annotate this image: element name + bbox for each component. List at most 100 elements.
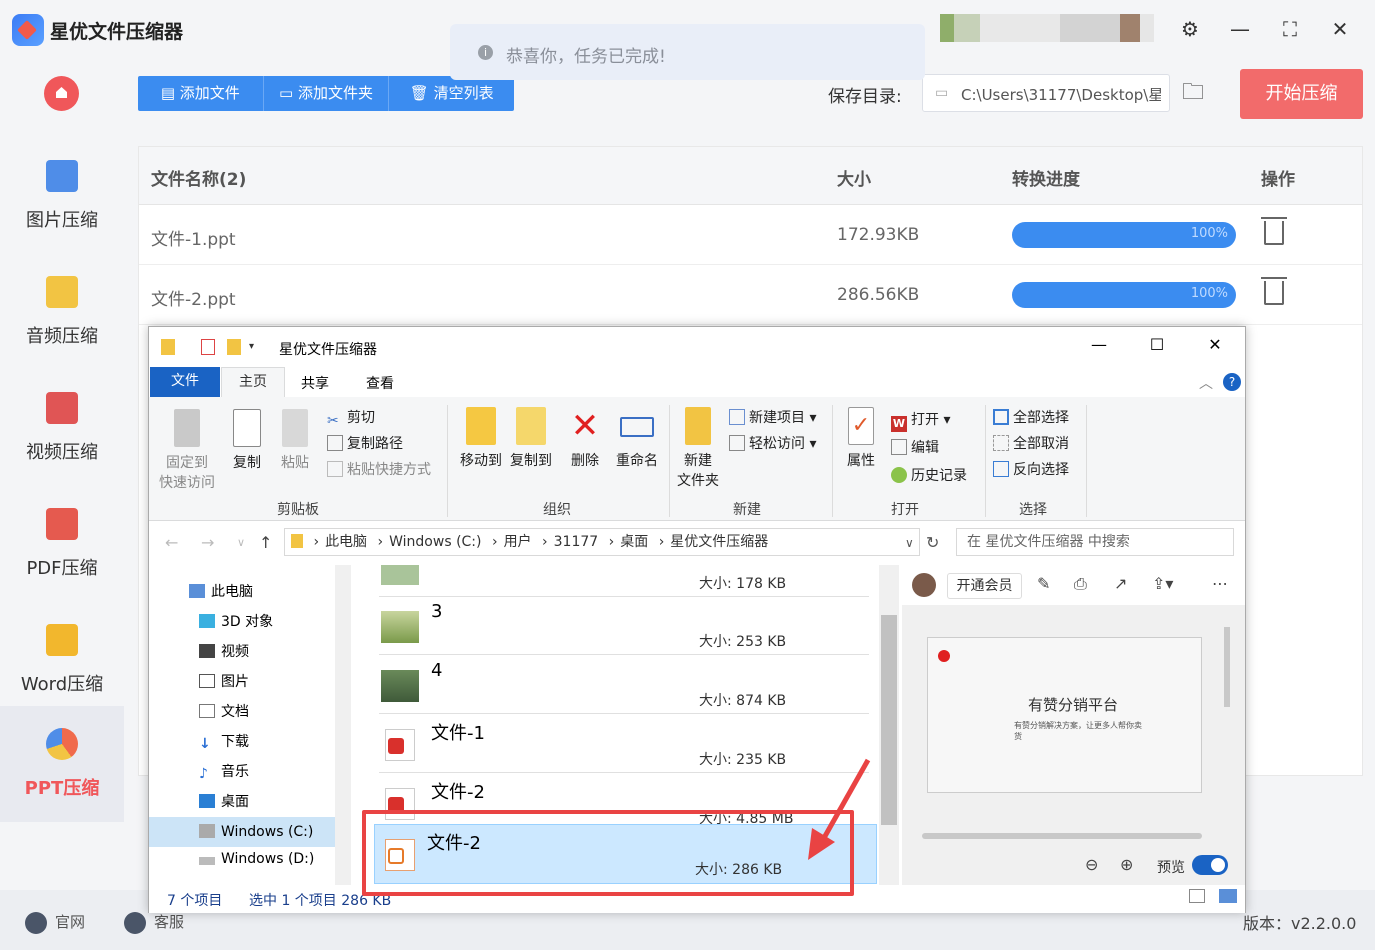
sidebar-item-pdf[interactable]: PDF压缩 xyxy=(0,486,124,602)
invert-selection-button[interactable]: 反向选择 xyxy=(993,459,1069,479)
tree-item-music[interactable]: ♪ 音乐 xyxy=(199,761,249,782)
pin-quick-access-button[interactable]: 固定到 快速访问 xyxy=(157,409,217,493)
clear-list-button[interactable]: 🗑 清空列表 xyxy=(389,76,514,111)
preview-hscrollbar[interactable] xyxy=(922,833,1202,839)
maximize-icon[interactable]: ⛶ xyxy=(1275,14,1305,44)
properties-qa-icon[interactable] xyxy=(201,339,215,355)
open-folder-icon[interactable]: 🗀 xyxy=(1182,80,1210,106)
list-item[interactable]: 3 大小: 253 KB xyxy=(379,597,869,655)
website-link[interactable]: 官网 xyxy=(25,911,85,934)
service-link[interactable]: 客服 xyxy=(124,911,184,934)
breadcrumb[interactable]: 31177 xyxy=(554,534,599,550)
copy-button[interactable]: 复制 xyxy=(227,409,267,473)
settings-icon[interactable]: ⚙ xyxy=(1175,14,1205,44)
tree-item-documents[interactable]: 文档 xyxy=(199,701,249,721)
details-view-icon[interactable] xyxy=(1189,889,1205,903)
tree-item-desktop[interactable]: 桌面 xyxy=(199,791,249,811)
chevron-down-icon[interactable]: ▾ xyxy=(249,339,263,355)
share-icon[interactable]: ↗ xyxy=(1114,574,1127,593)
minimize-icon[interactable]: — xyxy=(1225,14,1255,44)
breadcrumb[interactable]: 用户 xyxy=(504,534,532,550)
maximize-icon[interactable]: ☐ xyxy=(1137,335,1177,354)
save-path-input[interactable]: ▭ C:\Users\31177\Desktop\星 xyxy=(922,74,1170,112)
sidebar-item-ppt[interactable]: PPT压缩 xyxy=(0,706,124,822)
tab-share[interactable]: 共享 xyxy=(301,373,329,393)
tree-item-pictures[interactable]: 图片 xyxy=(199,671,249,691)
cut-button[interactable]: ✂ 剪切 xyxy=(327,407,375,429)
zoom-in-icon[interactable]: ⊕ xyxy=(1120,855,1133,874)
pen-icon[interactable]: ✎ xyxy=(1037,574,1050,593)
rename-button[interactable]: 重命名 xyxy=(611,407,663,471)
export-icon[interactable]: ⇪▾ xyxy=(1152,574,1173,593)
sidebar-item-video[interactable]: 视频压缩 xyxy=(0,370,124,486)
select-all-button[interactable]: 全部选择 xyxy=(993,407,1069,427)
home-icon[interactable] xyxy=(44,76,79,111)
tree-item-drive-c[interactable]: Windows (C:) xyxy=(149,817,335,847)
breadcrumb[interactable]: Windows (C:) xyxy=(389,534,481,550)
tree-scrollbar[interactable] xyxy=(335,565,351,885)
edit-button[interactable]: 编辑 xyxy=(891,437,939,457)
tree-item-videos[interactable]: 视频 xyxy=(199,641,249,661)
vip-button[interactable]: 开通会员 xyxy=(947,573,1022,599)
scroll-thumb[interactable] xyxy=(1224,627,1230,707)
help-icon[interactable]: ? xyxy=(1223,373,1241,391)
delete-button[interactable]: ✕ 删除 xyxy=(563,407,607,471)
print-icon[interactable]: ⎙ xyxy=(1074,574,1087,594)
address-dropdown-icon[interactable]: ∨ xyxy=(905,536,914,550)
up-icon[interactable]: ↑ xyxy=(259,533,272,552)
easy-access-button[interactable]: 轻松访问 ▾ xyxy=(729,433,816,453)
more-icon[interactable]: ⋯ xyxy=(1212,574,1228,593)
refresh-icon[interactable]: ↻ xyxy=(926,533,939,552)
breadcrumb[interactable]: 桌面 xyxy=(620,534,648,550)
trash-icon[interactable] xyxy=(1261,277,1287,305)
preview-scrollbar[interactable] xyxy=(1224,617,1232,847)
new-item-button[interactable]: 新建项目 ▾ xyxy=(729,407,816,427)
forward-icon[interactable]: → xyxy=(201,533,214,552)
tab-view[interactable]: 查看 xyxy=(366,373,394,393)
add-file-button[interactable]: ▤ 添加文件 xyxy=(138,76,264,111)
open-button[interactable]: W 打开 ▾ xyxy=(891,409,950,432)
properties-button[interactable]: ✓ 属性 xyxy=(839,407,883,471)
list-item[interactable]: 4 大小: 874 KB xyxy=(379,656,869,714)
trash-icon[interactable] xyxy=(1261,217,1287,245)
tree-item-this-pc[interactable]: 此电脑 xyxy=(189,581,253,601)
paste-shortcut-button[interactable]: 粘贴快捷方式 xyxy=(327,459,431,479)
header-size: 大小 xyxy=(837,170,871,190)
copy-to-button[interactable]: 复制到 xyxy=(503,407,559,471)
list-item[interactable]: 大小: 178 KB xyxy=(379,565,869,597)
back-icon[interactable]: ← xyxy=(165,533,178,552)
user-avatar-blurred[interactable] xyxy=(940,14,1154,42)
zoom-out-icon[interactable]: ⊖ xyxy=(1085,855,1098,874)
tree-item-3d[interactable]: 3D 对象 xyxy=(199,611,273,631)
sidebar-item-image[interactable]: 图片压缩 xyxy=(0,138,124,254)
tree-item-drive-d[interactable]: Windows (D:) xyxy=(199,851,314,867)
paste-button[interactable]: 粘贴 xyxy=(275,409,315,473)
copy-path-button[interactable]: 复制路径 xyxy=(327,433,403,453)
sidebar-item-word[interactable]: Word压缩 xyxy=(0,602,124,718)
sidebar-label: Word压缩 xyxy=(20,674,104,695)
address-bar[interactable]: › 此电脑 › Windows (C:) › 用户 › 31177 › 桌面 › 星优文件压… xyxy=(284,528,920,556)
preview-toggle[interactable] xyxy=(1192,855,1228,875)
history-button[interactable]: 历史记录 xyxy=(891,465,967,485)
avatar[interactable] xyxy=(912,573,936,597)
close-icon[interactable]: ✕ xyxy=(1325,14,1355,44)
close-icon[interactable]: ✕ xyxy=(1195,335,1235,354)
add-folder-button[interactable]: ▭ 添加文件夹 xyxy=(264,76,390,111)
breadcrumb[interactable]: 此电脑 xyxy=(325,534,367,550)
collapse-ribbon-icon[interactable]: ︿ xyxy=(1199,373,1213,393)
new-folder-qa-icon[interactable] xyxy=(227,339,241,355)
tab-file[interactable]: 文件 xyxy=(150,367,220,397)
sidebar-item-audio[interactable]: 音频压缩 xyxy=(0,254,124,370)
select-none-button[interactable]: 全部取消 xyxy=(993,433,1069,453)
search-input[interactable]: 在 星优文件压缩器 中搜索 xyxy=(956,528,1234,556)
ppt-icon xyxy=(46,728,78,760)
recent-icon[interactable]: ∨ xyxy=(237,536,245,549)
tab-home[interactable]: 主页 xyxy=(221,367,285,398)
tree-item-downloads[interactable]: ↓ 下载 xyxy=(199,731,249,752)
breadcrumb[interactable]: 星优文件压缩器 xyxy=(670,534,768,550)
start-compress-button[interactable]: 开始压缩 xyxy=(1240,69,1363,119)
large-icons-view-icon[interactable] xyxy=(1219,889,1237,903)
move-to-button[interactable]: 移动到 xyxy=(453,407,509,471)
minimize-icon[interactable]: — xyxy=(1079,335,1119,354)
new-folder-button[interactable]: 新建 文件夹 xyxy=(675,407,721,491)
